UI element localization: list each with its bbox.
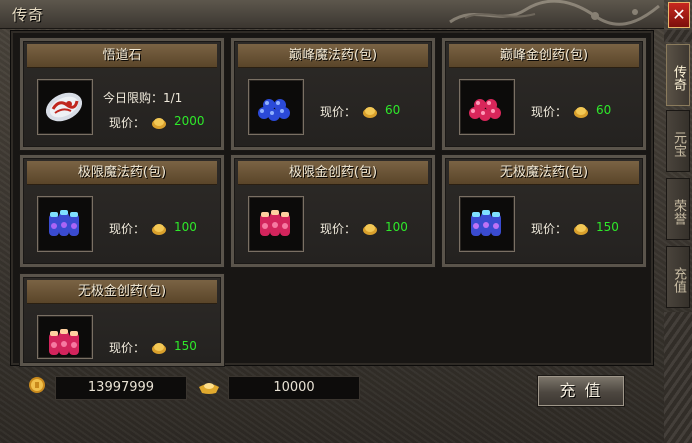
blue-potion-pack-icon <box>258 99 290 121</box>
item-name: 无极魔法药(包) <box>449 161 639 185</box>
window-title: 传奇 <box>12 6 45 24</box>
dragon-ornament-icon <box>449 0 660 26</box>
tab-honor[interactable]: 荣誉 <box>666 178 690 240</box>
item-slot[interactable] <box>248 79 304 135</box>
blue-potion-pack-icon <box>49 210 79 236</box>
tab-legend[interactable]: 传奇 <box>666 44 690 106</box>
gold-coin-icon <box>363 224 377 235</box>
price-label: 现价： <box>531 222 568 236</box>
gold-coin-icon <box>152 343 166 354</box>
price-value: 100 <box>385 220 408 234</box>
shop-item-card[interactable]: 无极魔法药(包) 现价： 150 <box>442 155 646 267</box>
item-slot[interactable] <box>37 196 93 252</box>
item-slot[interactable] <box>459 79 515 135</box>
stone-icon <box>45 92 83 122</box>
side-ornament <box>664 30 692 42</box>
price-label: 现价： <box>320 222 357 236</box>
item-slot[interactable] <box>37 315 93 359</box>
gold-coin-icon <box>29 377 45 393</box>
title-bar[interactable]: 传奇 <box>0 0 664 29</box>
close-button[interactable]: ✕ <box>668 2 690 28</box>
price-label: 现价： <box>531 105 568 119</box>
price-label: 现价： <box>109 222 146 236</box>
yuanbao-balance: 10000 <box>228 376 360 400</box>
price-label: 现价： <box>109 116 146 130</box>
price-value: 100 <box>174 220 197 234</box>
item-slot[interactable] <box>248 196 304 252</box>
tab-recharge[interactable]: 充值 <box>666 246 690 308</box>
recharge-button[interactable]: 充 值 <box>537 375 625 407</box>
price-label: 现价： <box>320 105 357 119</box>
gold-coin-icon <box>363 107 377 118</box>
gold-coin-icon <box>574 107 588 118</box>
shop-item-card[interactable]: 悟道石 今日限购：1/1 现价： 2000 <box>20 38 224 150</box>
shop-item-card[interactable]: 极限魔法药(包) 现价： 100 <box>20 155 224 267</box>
tab-yuanbao[interactable]: 元宝 <box>666 110 690 172</box>
gold-coin-icon <box>152 118 166 129</box>
price-value: 2000 <box>174 114 205 128</box>
shop-item-card[interactable]: 巅峰魔法药(包) 现价： 60 <box>231 38 435 150</box>
yuanbao-ingot-icon <box>199 383 219 394</box>
red-potion-pack-icon <box>49 329 79 355</box>
item-slot[interactable] <box>459 196 515 252</box>
side-tab-bar: 传奇 元宝 荣誉 充值 <box>664 30 692 443</box>
shop-item-card[interactable]: 极限金创药(包) 现价： 100 <box>231 155 435 267</box>
price-value: 150 <box>174 339 197 353</box>
shop-item-card[interactable]: 巅峰金创药(包) 现价： 60 <box>442 38 646 150</box>
blue-potion-pack-icon <box>471 210 501 236</box>
item-name: 巅峰金创药(包) <box>449 44 639 68</box>
price-value: 150 <box>596 220 619 234</box>
item-name: 巅峰魔法药(包) <box>238 44 428 68</box>
shop-item-card[interactable]: 无极金创药(包) 现价： 150 <box>20 274 224 366</box>
price-value: 60 <box>385 103 401 117</box>
item-slot[interactable] <box>37 79 93 135</box>
item-name: 极限魔法药(包) <box>27 161 217 185</box>
item-name: 极限金创药(包) <box>238 161 428 185</box>
gold-coin-icon <box>152 224 166 235</box>
side-ornament <box>664 312 692 443</box>
gold-coin-icon <box>574 224 588 235</box>
item-name: 悟道石 <box>27 44 217 68</box>
gold-balance: 13997999 <box>55 376 187 400</box>
item-name: 无极金创药(包) <box>27 280 217 304</box>
red-potion-pack-icon <box>469 99 501 121</box>
price-value: 60 <box>596 103 612 117</box>
purchase-limit: 今日限购：1/1 <box>103 91 183 105</box>
price-label: 现价： <box>109 341 146 355</box>
red-potion-pack-icon <box>260 210 290 236</box>
